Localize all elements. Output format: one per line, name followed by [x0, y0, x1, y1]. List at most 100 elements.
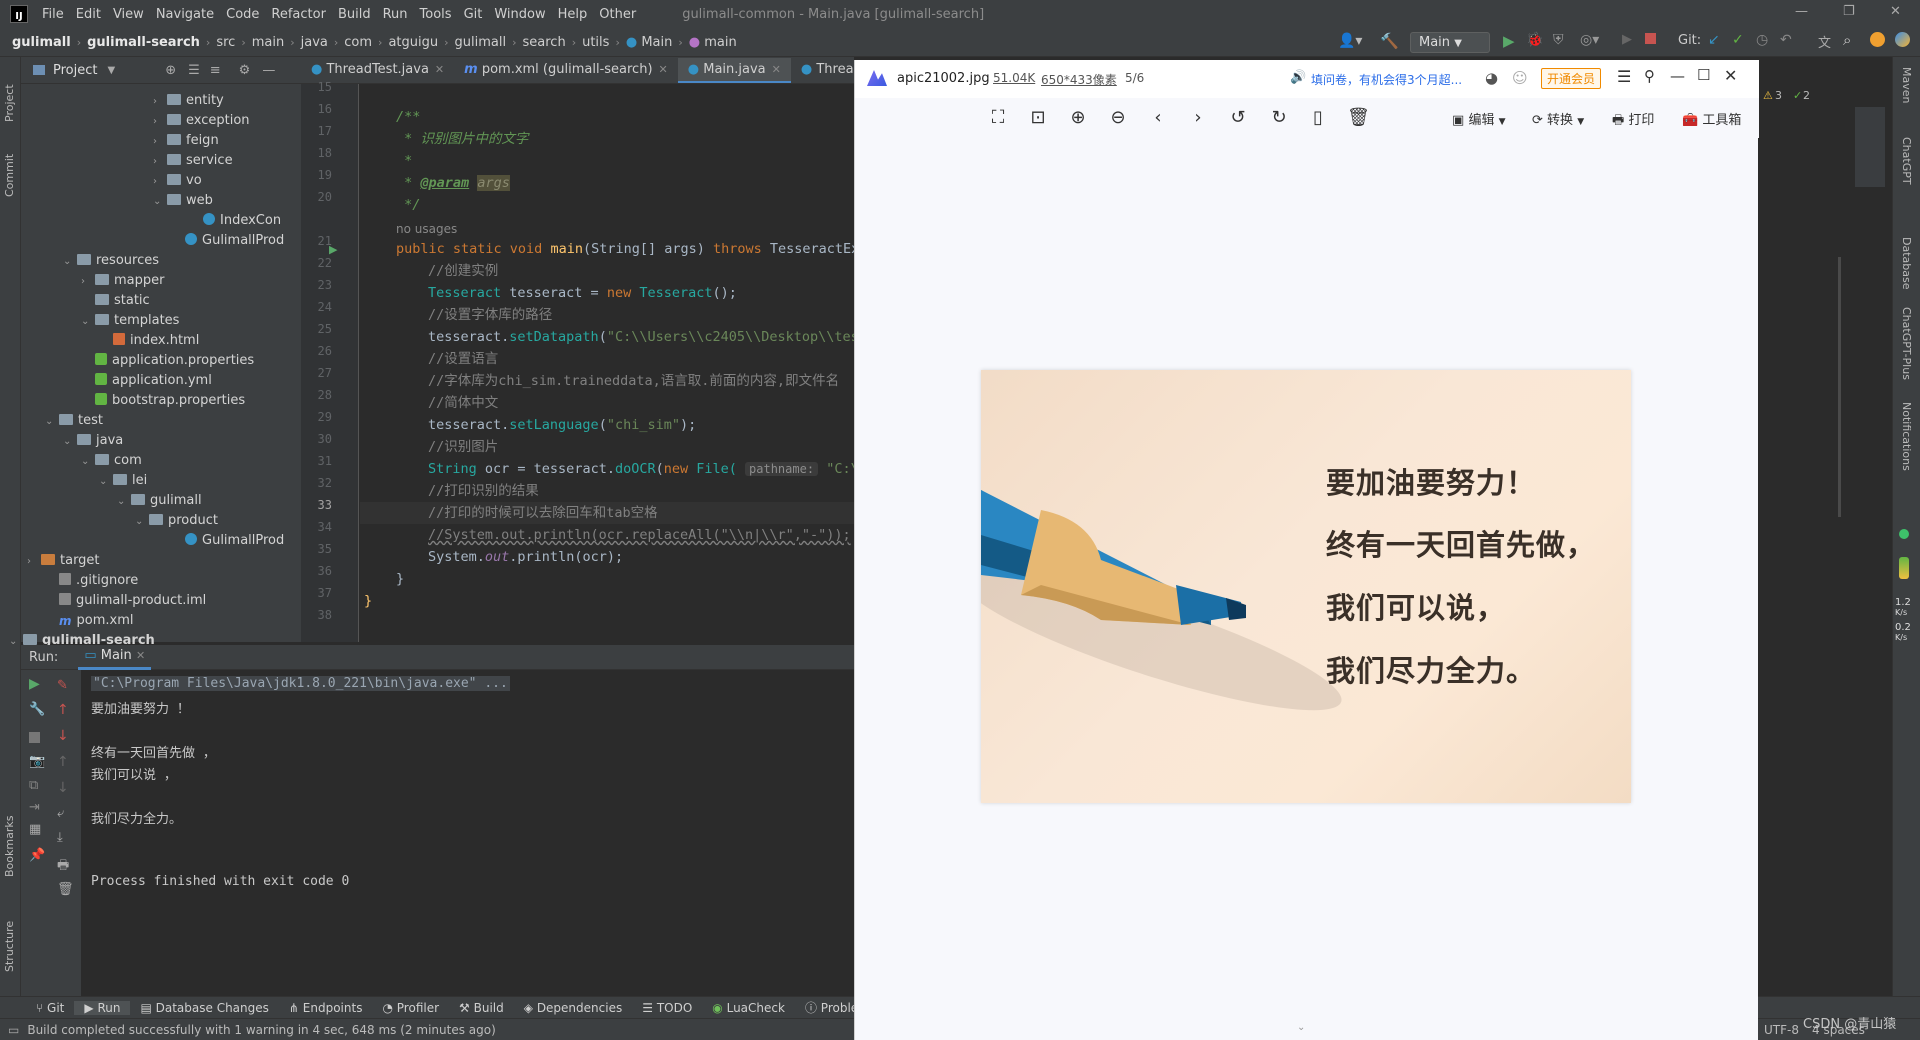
close-icon[interactable]: ✕	[1890, 4, 1901, 19]
tree-item[interactable]: › target	[27, 551, 100, 571]
edit-button[interactable]: ▣ 编辑 ▼	[1452, 109, 1506, 128]
viewer-dimensions[interactable]: 650*433像素	[1041, 71, 1117, 88]
chevron-right-icon[interactable]: ›	[81, 272, 95, 292]
bookmarks-tool-tab[interactable]: Bookmarks	[3, 816, 16, 877]
settings-gear-icon[interactable]: ⚙	[239, 63, 251, 78]
tree-item[interactable]: GulimallProd	[171, 531, 284, 551]
vip-button[interactable]: 开通会员	[1541, 68, 1602, 89]
collapse-all-icon[interactable]: ≡	[210, 63, 221, 78]
project-tool-tab[interactable]: Project	[3, 84, 16, 122]
stop-icon[interactable]	[1645, 33, 1656, 44]
structure-tool-tab[interactable]: Structure	[3, 921, 16, 972]
tab-main-java[interactable]: ● Main.java ✕	[677, 58, 791, 83]
tool-profiler[interactable]: ◔ Profiler	[372, 1001, 449, 1015]
run-icon[interactable]: ▶	[1503, 32, 1515, 50]
next-icon[interactable]: ›	[1187, 107, 1209, 129]
breadcrumb-gulimall[interactable]: gulimall	[451, 35, 511, 50]
breadcrumb-module[interactable]: gulimall-search	[83, 35, 204, 50]
search-icon[interactable]: ⌕	[1843, 31, 1851, 49]
tree-item[interactable]: static	[81, 291, 150, 311]
notifications-tool-tab[interactable]: Notifications	[1900, 402, 1913, 471]
status-message[interactable]: Build completed successfully with 1 warn…	[27, 1023, 495, 1037]
arrow-down-icon[interactable]: ↓	[57, 728, 69, 744]
scroll-to-end-icon[interactable]: ⤓	[57, 830, 63, 845]
tab-pom-xml[interactable]: m pom.xml (gulimall-search) ✕	[454, 57, 678, 83]
maven-tool-tab[interactable]: Maven	[1900, 67, 1913, 103]
menu-run[interactable]: Run	[377, 7, 414, 22]
chevron-down-icon[interactable]: ⌄	[45, 412, 59, 432]
tree-item[interactable]: GulimallProd	[171, 231, 284, 251]
menu-view[interactable]: View	[107, 7, 150, 22]
run-gutter-icon[interactable]: ▶	[329, 243, 337, 256]
breadcrumb-method-main[interactable]: ● main	[685, 35, 741, 50]
breadcrumb-com[interactable]: com	[340, 35, 376, 50]
prev-occurrence-icon[interactable]: ↑	[57, 754, 69, 770]
convert-button[interactable]: ⟳ 转换 ▼	[1532, 109, 1584, 128]
tab-close-icon[interactable]: ✕	[435, 63, 444, 76]
locate-icon[interactable]: ⊕	[165, 63, 176, 78]
original-size-icon[interactable]: ⊡	[1027, 107, 1049, 129]
zoom-in-icon[interactable]: ⊕	[1067, 107, 1089, 129]
tab-close-icon[interactable]: ✕	[136, 649, 145, 662]
tree-item[interactable]: m pom.xml	[45, 611, 134, 631]
menu-icon[interactable]: ☰	[1617, 67, 1631, 86]
tool-build[interactable]: ⚒ Build	[449, 1001, 514, 1015]
camera-icon[interactable]: 📷	[29, 754, 45, 769]
chevron-down-icon[interactable]: ⌄	[135, 512, 149, 532]
delete-icon[interactable]: 🗑	[1347, 107, 1370, 129]
toolbox-button[interactable]: 🧰 工具箱	[1682, 109, 1741, 128]
breadcrumb-java[interactable]: java	[297, 35, 332, 50]
chevron-down-icon[interactable]: ⌄	[81, 452, 95, 472]
mouse-icon[interactable]: ▯	[1307, 107, 1329, 129]
chevron-down-icon[interactable]: ⌄	[99, 472, 113, 492]
pin-icon[interactable]: ⚲	[1644, 67, 1655, 85]
tab-close-icon[interactable]: ✕	[659, 63, 668, 76]
tree-item[interactable]: › entity	[153, 91, 224, 111]
tree-item[interactable]: .gitignore	[45, 571, 138, 591]
usages-hint[interactable]: no usages	[396, 222, 457, 236]
wrench-icon[interactable]: 🔧	[29, 702, 45, 717]
git-rollback-icon[interactable]: ↶	[1780, 32, 1792, 48]
tree-item[interactable]: › feign	[153, 131, 219, 151]
tree-item[interactable]: index.html	[99, 331, 199, 351]
file-encoding[interactable]: UTF-8	[1764, 1023, 1799, 1037]
chevron-down-icon[interactable]: ⌄	[117, 492, 131, 512]
debug-icon[interactable]: 🐞	[1526, 32, 1543, 48]
viewer-ad-link[interactable]: 填问卷，有机会得3个月超...	[1311, 71, 1462, 88]
tree-item[interactable]: › exception	[153, 111, 250, 131]
build-hammer-icon[interactable]: 🔨	[1380, 32, 1399, 50]
stop-icon[interactable]	[29, 732, 40, 743]
git-commit-icon[interactable]: ✓	[1732, 32, 1744, 48]
tab-close-icon[interactable]: ✕	[772, 63, 781, 76]
minimize-icon[interactable]: —	[1670, 67, 1685, 85]
chevron-right-icon[interactable]: ›	[153, 112, 167, 132]
tab-threadpool[interactable]: ● ThreadPoolEx	[791, 57, 854, 83]
trash-icon[interactable]: 🗑	[57, 882, 74, 897]
fullscreen-icon[interactable]: ⛶	[987, 107, 1009, 129]
layout-icon[interactable]: ▦	[29, 822, 41, 837]
menu-git[interactable]: Git	[458, 7, 489, 22]
rotate-left-icon[interactable]: ↺	[1227, 107, 1249, 129]
minimap[interactable]	[1855, 107, 1885, 187]
git-update-icon[interactable]: ↙	[1708, 32, 1720, 48]
tree-item[interactable]: ⌄ web	[153, 191, 213, 211]
tool-database-changes[interactable]: ▤ Database Changes	[130, 1001, 278, 1015]
plugin-icon[interactable]	[1895, 32, 1910, 47]
menu-help[interactable]: Help	[552, 7, 594, 22]
expand-thumbnails-icon[interactable]: ⌄	[1297, 1022, 1305, 1033]
chevron-right-icon[interactable]: ›	[153, 172, 167, 192]
edit-config-icon[interactable]: ✎	[57, 678, 68, 693]
layout-toggle-icon[interactable]: ▭	[8, 1023, 19, 1037]
close-icon[interactable]: ✕	[1724, 66, 1737, 85]
chevron-down-icon[interactable]: ⌄	[63, 252, 77, 272]
tool-endpoints[interactable]: ⋔ Endpoints	[279, 1001, 373, 1015]
print-button[interactable]: 🖶 打印	[1612, 109, 1654, 133]
tree-item[interactable]: gulimall-product.iml	[45, 591, 206, 611]
database-tool-tab[interactable]: Database	[1900, 237, 1913, 290]
menu-window[interactable]: Window	[488, 7, 551, 22]
menu-refactor[interactable]: Refactor	[265, 7, 332, 22]
print-icon[interactable]: 🖶	[57, 856, 69, 878]
breadcrumb-atguigu[interactable]: atguigu	[384, 35, 442, 50]
menu-navigate[interactable]: Navigate	[150, 7, 220, 22]
run-configuration-select[interactable]: Main ▼	[1410, 32, 1490, 53]
